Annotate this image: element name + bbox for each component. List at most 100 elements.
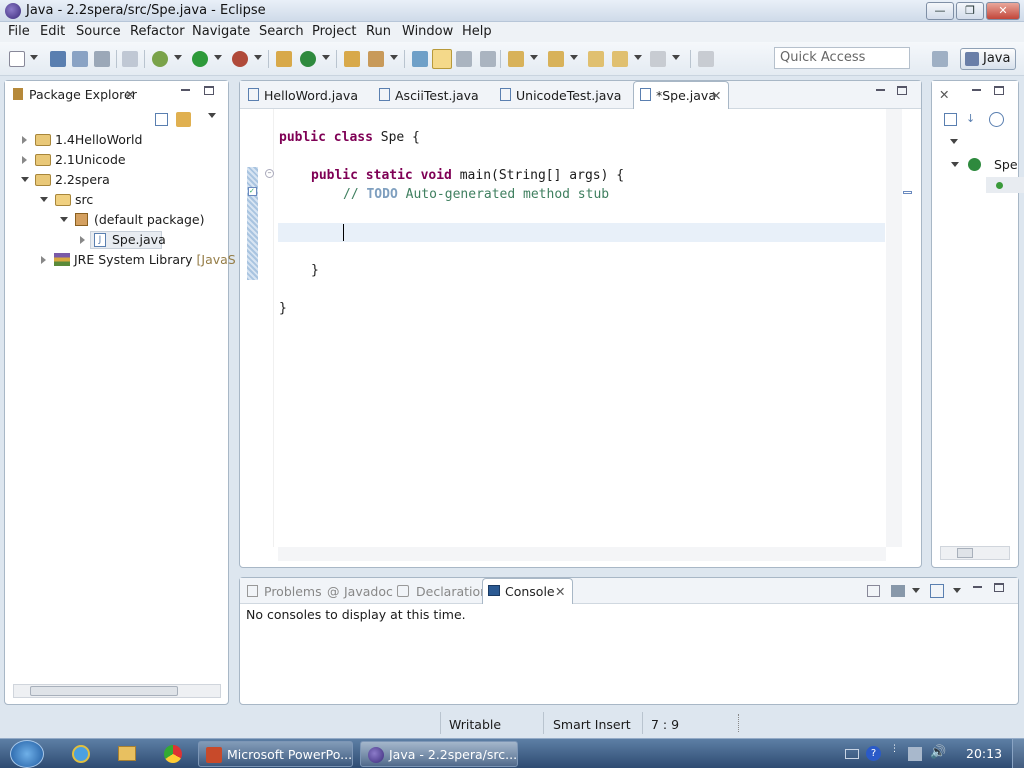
open-type-icon[interactable] bbox=[344, 51, 360, 67]
tab-asciitest-java[interactable]: AsciiTest.java bbox=[395, 88, 479, 103]
keyboard-icon[interactable] bbox=[845, 749, 859, 759]
expand-arrow-icon[interactable] bbox=[22, 136, 27, 144]
maximize-button[interactable]: ❐ bbox=[956, 2, 984, 20]
minimize-icon[interactable] bbox=[972, 89, 981, 91]
next-annotation-icon[interactable] bbox=[508, 51, 524, 67]
tab-helloword-java[interactable]: HelloWord.java bbox=[264, 88, 358, 103]
maximize-icon[interactable] bbox=[204, 86, 214, 95]
menu-edit[interactable]: Edit bbox=[40, 24, 65, 39]
file-explorer-icon[interactable] bbox=[118, 746, 136, 761]
open-perspective-icon[interactable] bbox=[932, 51, 948, 67]
close-icon[interactable]: ✕ bbox=[125, 87, 135, 102]
expand-arrow-icon[interactable] bbox=[41, 256, 46, 264]
chevron-down-icon[interactable] bbox=[530, 55, 538, 60]
menu-project[interactable]: Project bbox=[312, 24, 356, 39]
print-icon[interactable] bbox=[94, 51, 110, 67]
menu-navigate[interactable]: Navigate bbox=[192, 24, 250, 39]
view-menu-icon[interactable] bbox=[950, 139, 958, 144]
outline-class-spe[interactable]: Spe bbox=[994, 157, 1018, 172]
tree-item-src[interactable]: src bbox=[75, 192, 93, 207]
internet-explorer-icon[interactable] bbox=[72, 745, 90, 763]
pin-console-icon[interactable] bbox=[867, 585, 880, 597]
pin-editor-icon[interactable] bbox=[698, 51, 714, 67]
expand-arrow-icon[interactable] bbox=[22, 156, 27, 164]
fold-icon[interactable]: – bbox=[265, 169, 274, 178]
menu-run[interactable]: Run bbox=[366, 24, 391, 39]
minimize-icon[interactable] bbox=[876, 89, 885, 91]
block-selection-icon[interactable] bbox=[456, 51, 472, 67]
chevron-down-icon[interactable] bbox=[214, 55, 222, 60]
quick-access-input[interactable]: Quick Access bbox=[774, 47, 910, 69]
menu-file[interactable]: File bbox=[8, 24, 30, 39]
show-whitespace-icon[interactable] bbox=[480, 51, 496, 67]
maximize-icon[interactable] bbox=[897, 86, 907, 95]
maximize-icon[interactable] bbox=[994, 86, 1004, 95]
expand-arrow-icon[interactable] bbox=[80, 236, 85, 244]
chevron-down-icon[interactable] bbox=[570, 55, 578, 60]
overview-ruler-marker[interactable] bbox=[903, 191, 912, 194]
save-all-icon[interactable] bbox=[72, 51, 88, 67]
horizontal-scrollbar[interactable] bbox=[940, 546, 1010, 560]
new-class-icon[interactable] bbox=[300, 51, 316, 67]
menu-window[interactable]: Window bbox=[402, 24, 453, 39]
debug-icon[interactable] bbox=[152, 51, 168, 67]
collapse-all-icon[interactable] bbox=[944, 113, 957, 126]
maximize-icon[interactable] bbox=[994, 583, 1004, 592]
chrome-icon[interactable] bbox=[164, 745, 182, 763]
minimize-button[interactable]: — bbox=[926, 2, 954, 20]
tree-item-spe-java[interactable]: Spe.java bbox=[112, 232, 166, 247]
back-icon[interactable] bbox=[612, 51, 628, 67]
new-java-project-icon[interactable] bbox=[276, 51, 292, 67]
chevron-down-icon[interactable] bbox=[254, 55, 262, 60]
hide-fields-icon[interactable] bbox=[989, 112, 1004, 127]
chevron-down-icon[interactable] bbox=[912, 588, 920, 593]
vertical-scrollbar[interactable] bbox=[886, 109, 902, 547]
tree-item-2-1unicode[interactable]: 2.1Unicode bbox=[55, 152, 126, 167]
display-console-icon[interactable] bbox=[891, 585, 905, 597]
tab-javadoc[interactable]: Javadoc bbox=[344, 584, 393, 599]
mark-occurrences-icon[interactable] bbox=[432, 49, 452, 69]
search-icon[interactable] bbox=[368, 51, 384, 67]
toggle-breadcrumb-icon[interactable] bbox=[412, 51, 428, 67]
tree-item-jre-system-library[interactable]: JRE System Library [JavaS bbox=[74, 252, 236, 267]
last-edit-location-icon[interactable] bbox=[588, 51, 604, 67]
menu-search[interactable]: Search bbox=[259, 24, 304, 39]
external-tools-icon[interactable] bbox=[232, 51, 248, 67]
close-icon[interactable]: ✕ bbox=[939, 87, 949, 102]
run-icon[interactable] bbox=[192, 51, 208, 67]
new-icon[interactable] bbox=[9, 51, 25, 67]
sort-icon[interactable]: ↓ bbox=[966, 112, 981, 127]
open-console-icon[interactable] bbox=[930, 584, 944, 598]
link-with-editor-icon[interactable] bbox=[176, 112, 191, 127]
minimize-icon[interactable] bbox=[973, 586, 982, 588]
code-line-5[interactable]: } bbox=[311, 263, 319, 278]
chevron-down-icon[interactable] bbox=[174, 55, 182, 60]
view-menu-icon[interactable] bbox=[208, 113, 216, 118]
close-icon[interactable]: ✕ bbox=[711, 88, 721, 103]
save-icon[interactable] bbox=[50, 51, 66, 67]
horizontal-scrollbar[interactable] bbox=[13, 684, 221, 698]
chevron-down-icon[interactable] bbox=[322, 55, 330, 60]
chevron-down-icon[interactable] bbox=[634, 55, 642, 60]
help-icon[interactable]: ? bbox=[866, 746, 881, 761]
show-desktop-button[interactable] bbox=[1012, 739, 1024, 768]
tab-unicodetest-java[interactable]: UnicodeTest.java bbox=[516, 88, 621, 103]
chevron-down-icon[interactable] bbox=[953, 588, 961, 593]
tab-declaration[interactable]: Declaration bbox=[416, 584, 488, 599]
tab-spe-java[interactable]: *Spe.java bbox=[656, 88, 716, 103]
forward-icon[interactable] bbox=[650, 51, 666, 67]
minimize-icon[interactable] bbox=[181, 89, 190, 91]
tree-item-default-package[interactable]: (default package) bbox=[94, 212, 204, 227]
collapse-arrow-icon[interactable] bbox=[21, 177, 29, 182]
task-marker-icon[interactable]: ✓ bbox=[248, 187, 257, 196]
code-line-6[interactable]: } bbox=[279, 301, 287, 316]
volume-icon[interactable]: 🔊 bbox=[930, 745, 946, 761]
action-center-icon[interactable] bbox=[908, 747, 922, 761]
code-line-3[interactable]: // TODO Auto-generated method stub bbox=[343, 187, 609, 202]
collapse-arrow-icon[interactable] bbox=[40, 197, 48, 202]
collapse-arrow-icon[interactable] bbox=[951, 162, 959, 167]
chevron-down-icon[interactable] bbox=[30, 55, 38, 60]
tree-item-1-4helloworld[interactable]: 1.4HelloWorld bbox=[55, 132, 142, 147]
scrollbar-thumb[interactable] bbox=[957, 548, 973, 558]
menu-source[interactable]: Source bbox=[76, 24, 121, 39]
